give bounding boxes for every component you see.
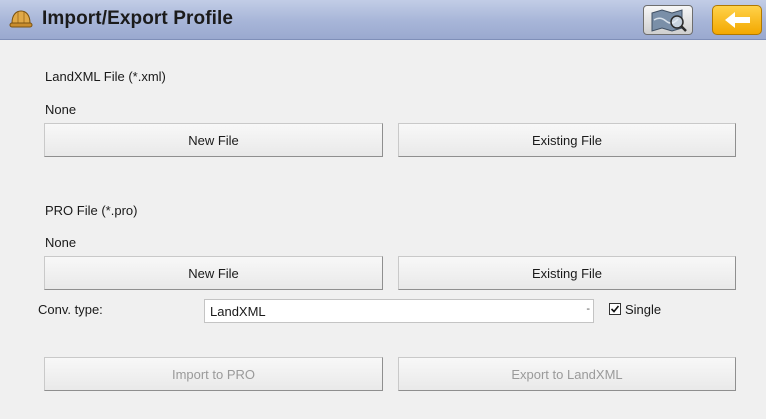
conv-type-select[interactable]: LandXML - (204, 299, 594, 323)
landxml-existing-file-button[interactable]: Existing File (398, 123, 736, 157)
conv-type-value: LandXML (210, 304, 266, 319)
back-button[interactable] (712, 5, 762, 35)
checkmark-icon (610, 305, 620, 313)
pro-existing-file-button[interactable]: Existing File (398, 256, 736, 290)
pro-file-label: PRO File (*.pro) (45, 203, 138, 218)
dropdown-arrow-icon: - (586, 303, 590, 315)
window-title: Import/Export Profile (42, 8, 234, 29)
back-arrow-icon (725, 12, 750, 28)
map-view-button[interactable] (643, 5, 693, 35)
pro-new-file-button[interactable]: New File (44, 256, 383, 290)
hard-hat-icon (9, 10, 33, 28)
import-to-pro-button[interactable]: Import to PRO (44, 357, 383, 391)
title-bar: Import/Export Profile (0, 0, 766, 40)
map-view-icon (651, 9, 687, 32)
single-checkbox-label: Single (625, 302, 662, 317)
landxml-file-value: None (45, 102, 77, 117)
conv-type-label: Conv. type: (38, 302, 103, 317)
landxml-file-label: LandXML File (*.xml) (45, 69, 166, 84)
single-checkbox[interactable] (609, 303, 621, 315)
export-to-landxml-button[interactable]: Export to LandXML (398, 357, 736, 391)
pro-file-value: None (45, 235, 77, 250)
landxml-new-file-button[interactable]: New File (44, 123, 383, 157)
